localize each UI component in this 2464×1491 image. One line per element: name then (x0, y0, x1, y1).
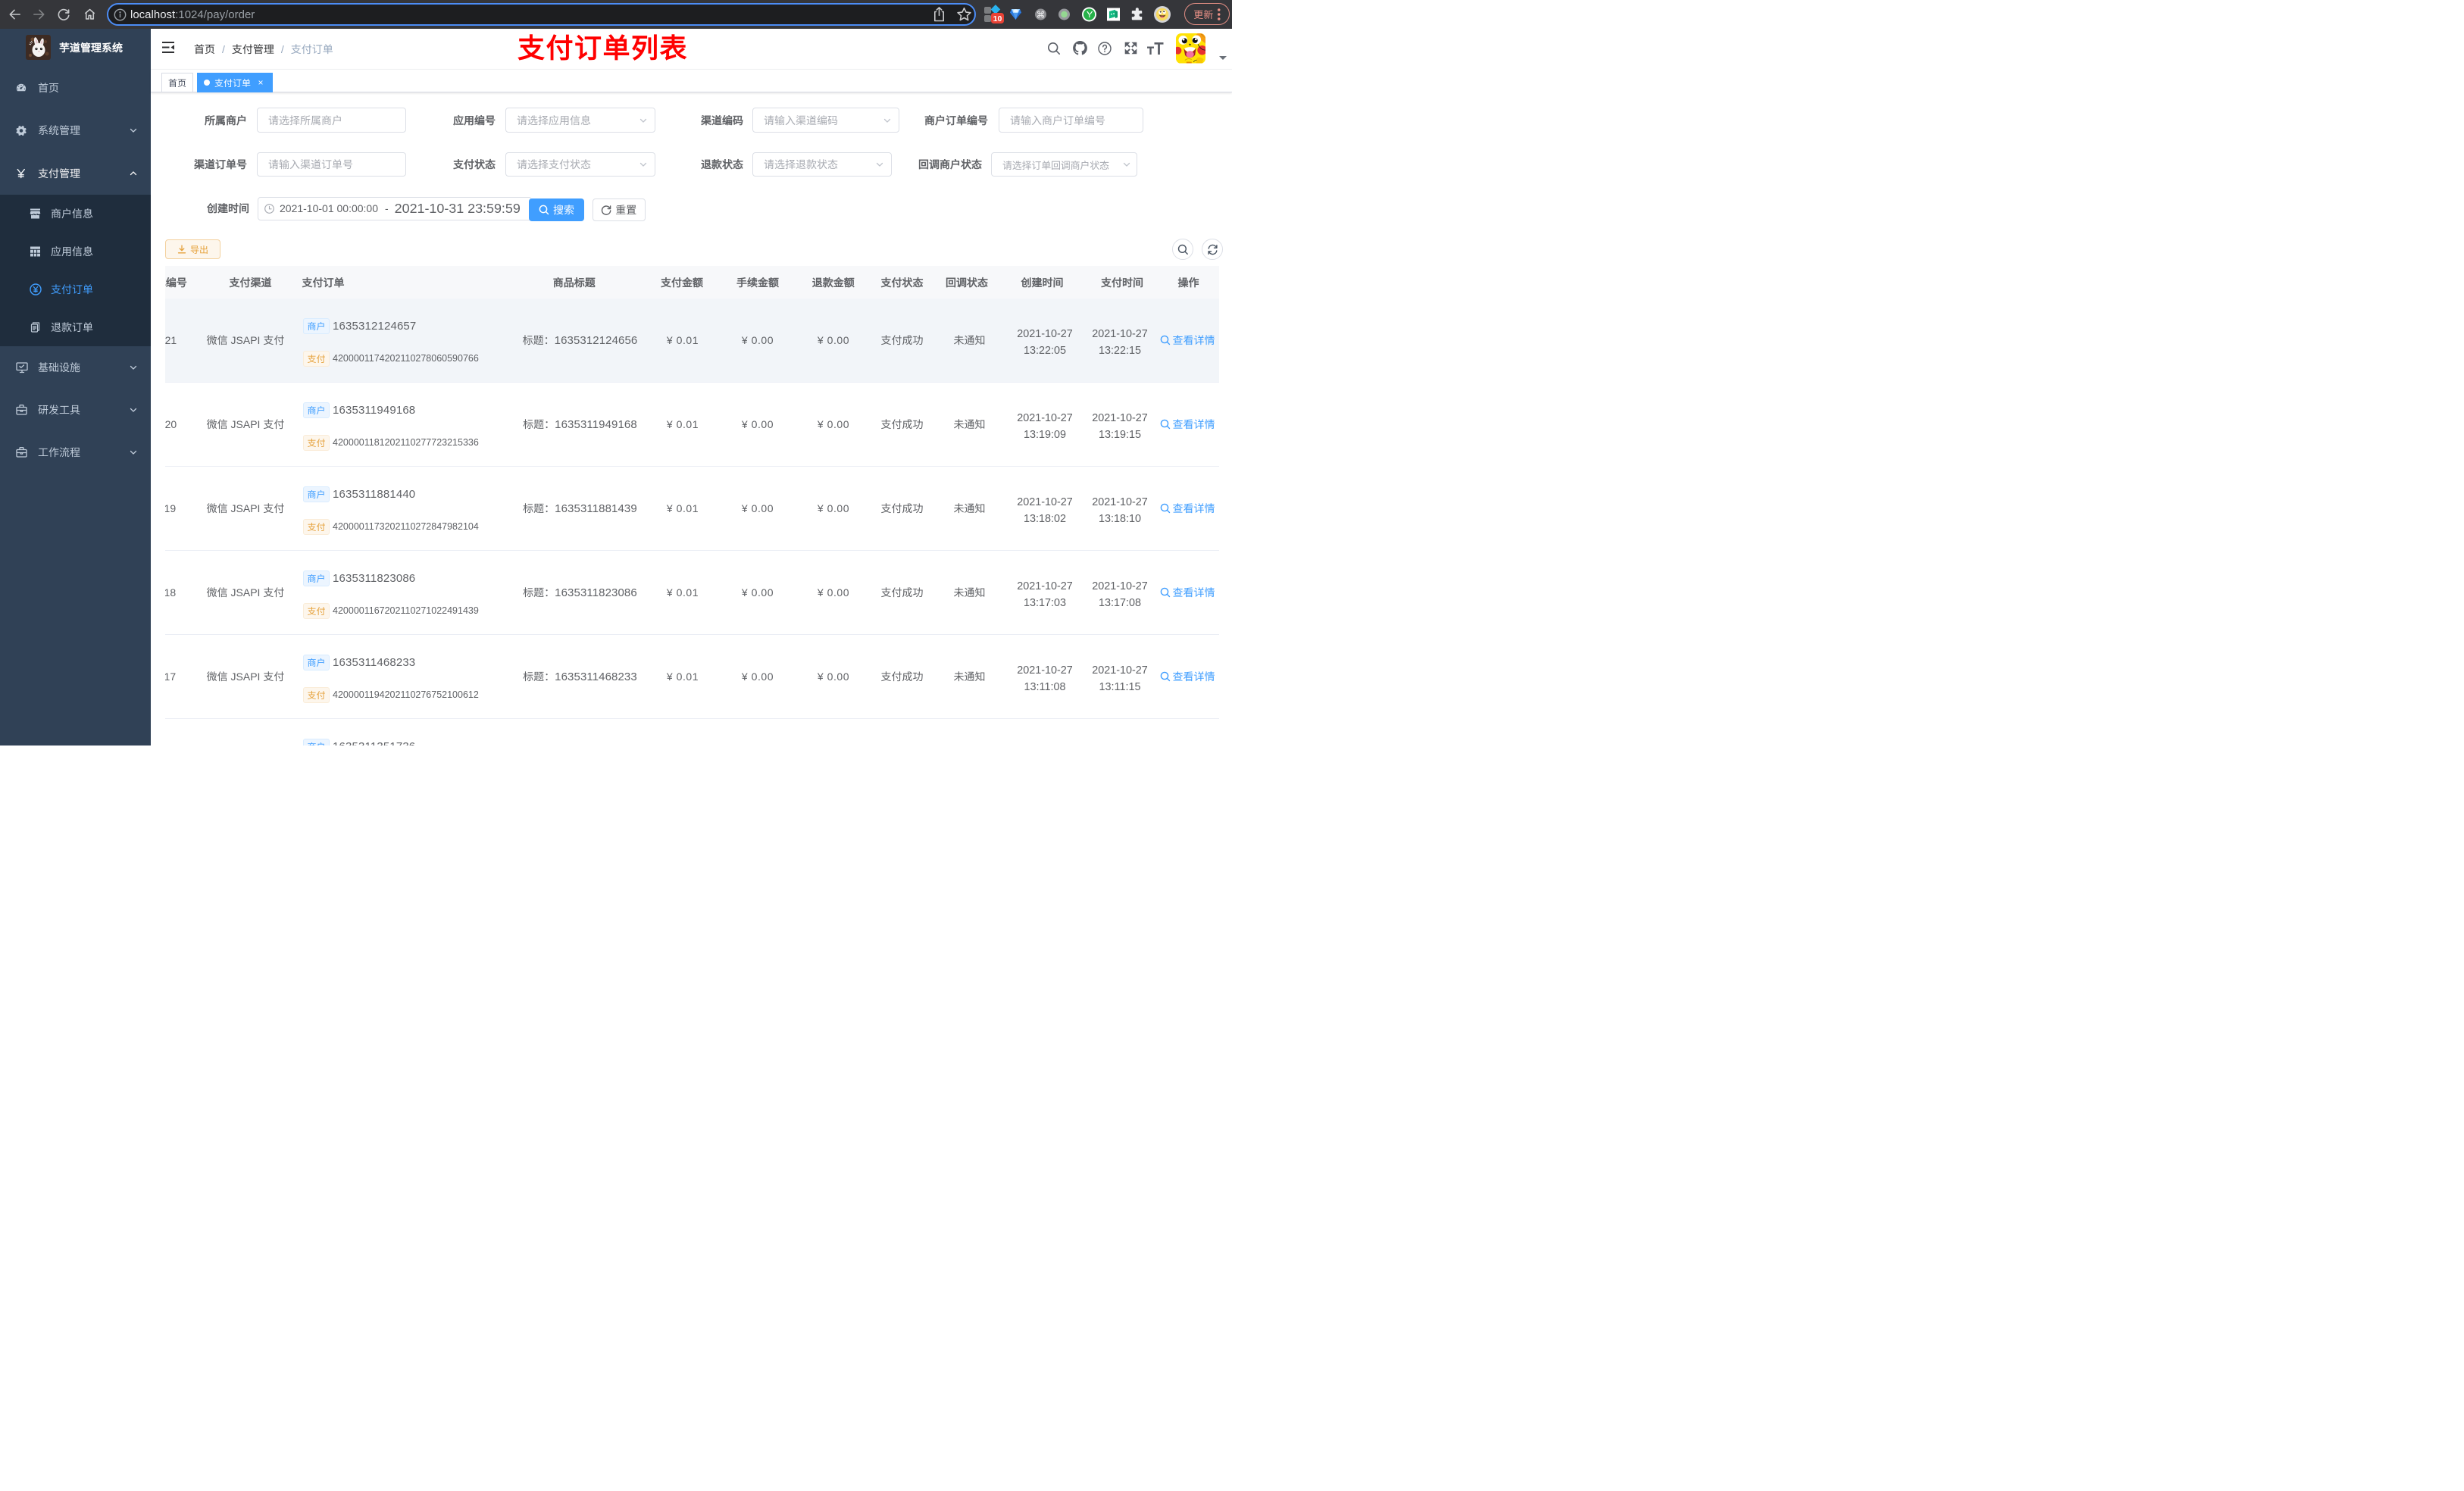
svg-text:10: 10 (993, 14, 1002, 23)
